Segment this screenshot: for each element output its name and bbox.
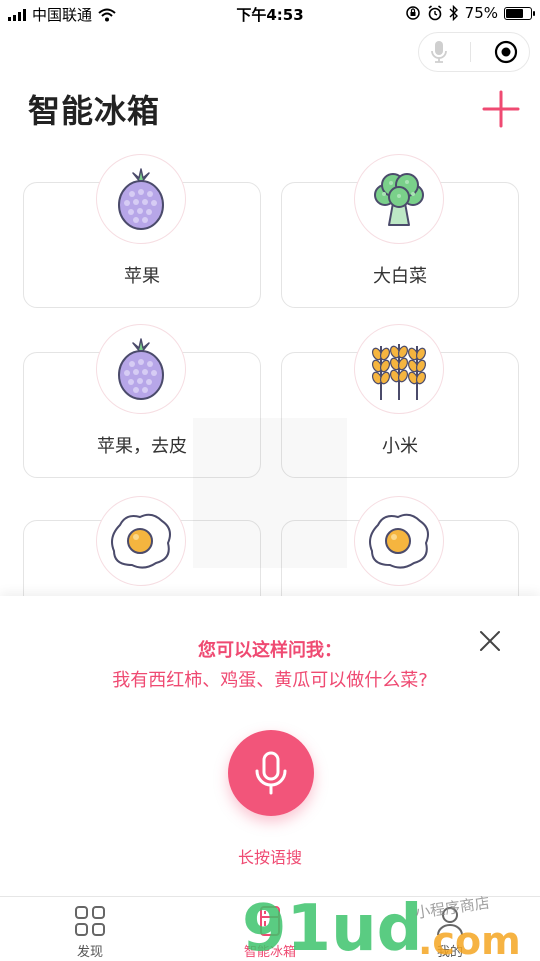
rotation-lock-icon bbox=[405, 6, 420, 20]
tab-label: 发现 bbox=[76, 945, 103, 960]
close-icon[interactable] bbox=[477, 628, 503, 654]
broccoli-icon bbox=[374, 173, 424, 226]
close-target-icon[interactable] bbox=[494, 40, 518, 64]
ingredient-icon-circle bbox=[96, 324, 186, 414]
wheat-icon bbox=[371, 344, 427, 400]
battery-icon bbox=[504, 6, 535, 20]
watermark-tagline: 小程序商店 bbox=[414, 894, 491, 922]
fried-egg-icon bbox=[369, 513, 429, 569]
capsule-divider bbox=[470, 42, 472, 62]
ingredient-icon-circle bbox=[96, 496, 186, 586]
tab-discover[interactable]: 发现 bbox=[40, 897, 140, 961]
ingredient-label: 苹果 bbox=[124, 266, 160, 287]
add-item-button[interactable] bbox=[480, 88, 522, 130]
ingredient-label: 大白菜 bbox=[373, 266, 427, 287]
status-right: 75% bbox=[405, 4, 535, 22]
ingredient-icon-circle bbox=[96, 154, 186, 244]
battery-percent: 75% bbox=[464, 4, 498, 22]
voice-tip-example: 我有西红柿、鸡蛋、黄瓜可以做什么菜? bbox=[112, 670, 428, 691]
microphone-icon bbox=[255, 751, 287, 795]
page-title: 智能冰箱 bbox=[28, 92, 161, 130]
watermark-domain: .com bbox=[418, 919, 521, 960]
alarm-icon bbox=[428, 5, 442, 21]
ingredient-icon-circle bbox=[354, 154, 444, 244]
ingredient-icon-circle bbox=[354, 324, 444, 414]
bluetooth-icon bbox=[449, 5, 458, 21]
watermark-logo: 91ud bbox=[242, 892, 422, 960]
battery-level bbox=[506, 8, 524, 18]
miniprogram-capsule bbox=[418, 32, 530, 72]
raspberry-icon bbox=[118, 338, 164, 400]
status-bar: 中国联通 下午4:53 75% bbox=[0, 0, 540, 28]
voice-tip-title: 您可以这样问我： bbox=[198, 640, 342, 661]
fried-egg-icon bbox=[111, 513, 171, 569]
raspberry-icon bbox=[118, 168, 164, 230]
center-watermark-overlay bbox=[193, 418, 347, 568]
ingredient-icon-circle bbox=[354, 496, 444, 586]
voice-search-label: 长按语搜 bbox=[237, 848, 302, 867]
site-watermark: 91ud .com 小程序商店 bbox=[242, 892, 521, 960]
microphone-icon[interactable] bbox=[430, 40, 448, 64]
voice-search-button[interactable] bbox=[228, 730, 314, 816]
grid-icon bbox=[75, 906, 105, 936]
